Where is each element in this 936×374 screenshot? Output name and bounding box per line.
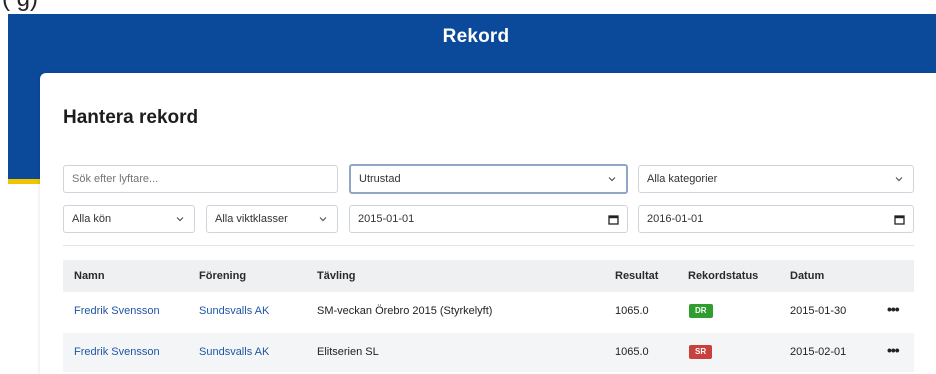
category-select[interactable]: Alla kategorier [638,165,914,193]
club-link[interactable]: Sundsvalls AK [199,346,269,358]
status-badge: SR [689,345,713,359]
calendar-icon[interactable] [894,214,905,225]
search-input[interactable] [64,166,337,192]
date-to-value: 2016-01-01 [647,213,704,225]
competition-cell: Elitserien SL [317,346,379,358]
search-field [63,165,338,193]
date-cell: 2015-02-01 [790,346,847,358]
date-cell: 2015-01-30 [790,305,847,317]
more-icon[interactable]: ••• [887,342,900,358]
column-header-record-status[interactable]: Rekordstatus [688,270,758,282]
column-header-club[interactable]: Förening [199,270,246,282]
card-title: Hantera rekord [63,107,199,128]
result-cell: 1065.0 [615,305,649,317]
club-link[interactable]: Sundsvalls AK [199,305,269,317]
column-header-result[interactable]: Resultat [615,270,658,282]
chevron-down-icon [176,217,184,222]
records-card: Hantera rekord Utrustad Alla kategorier … [40,73,936,374]
filters-divider [63,245,914,246]
gender-select[interactable]: Alla kön [63,205,195,233]
column-header-date[interactable]: Datum [790,270,824,282]
competition-cell: SM-veckan Örebro 2015 (Styrkelyft) [317,305,493,317]
table-row[interactable]: Fredrik Svensson Sundsvalls AK Elitserie… [63,333,914,372]
more-icon[interactable]: ••• [887,301,900,317]
column-header-competition[interactable]: Tävling [317,270,356,282]
weight-class-select-value: Alla viktklasser [215,213,288,225]
gender-select-value: Alla kön [72,213,112,225]
category-select-value: Alla kategorier [647,173,718,185]
status-badge: DR [689,304,713,318]
date-from-value: 2015-01-01 [358,213,415,225]
column-header-name[interactable]: Namn [74,270,105,282]
lifter-name-link[interactable]: Fredrik Svensson [74,346,160,358]
top-caption-text: ( g) [2,0,38,13]
weight-class-select[interactable]: Alla viktklasser [206,205,338,233]
top-caption: ( g) [0,0,936,14]
equipment-select[interactable]: Utrustad [349,164,628,194]
result-cell: 1065.0 [615,346,649,358]
table-row[interactable]: Fredrik Svensson Sundsvalls AK SM-veckan… [63,292,914,331]
chevron-down-icon [608,177,616,182]
lifter-name-link[interactable]: Fredrik Svensson [74,305,160,317]
calendar-icon[interactable] [608,214,619,225]
equipment-select-value: Utrustad [359,173,401,185]
accent-stripe [8,179,40,184]
date-from-field[interactable]: 2015-01-01 [349,205,628,233]
page-title: Rekord [442,26,510,47]
chevron-down-icon [319,217,327,222]
chevron-down-icon [895,177,903,182]
table-header: Namn Förening Tävling Resultat Rekordsta… [63,260,914,292]
date-to-field[interactable]: 2016-01-01 [638,205,914,233]
